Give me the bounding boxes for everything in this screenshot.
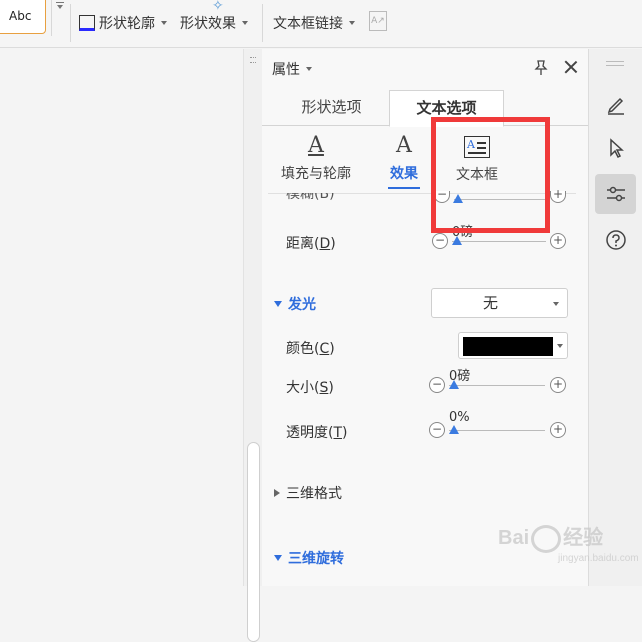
- subtab-fill-outline-label: 填充与轮廓: [281, 166, 351, 182]
- subtab-effects[interactable]: A 效果: [386, 127, 422, 189]
- distance-label: 距离(D): [286, 236, 336, 252]
- chevron-down-icon: [161, 21, 167, 25]
- toolbar-separator: [262, 4, 263, 42]
- shape-effect-label: 形状效果: [180, 16, 236, 32]
- splitter-grip-icon[interactable]: [250, 57, 256, 59]
- rotation3d-section-header[interactable]: 三维旋转: [274, 548, 344, 568]
- pane-title: 属性: [272, 62, 300, 78]
- glow-preset-value: 无: [482, 294, 498, 312]
- glow-size-increase-button[interactable]: +: [550, 377, 566, 393]
- textbox-link-label: 文本框链接: [273, 16, 343, 32]
- select-cursor-icon: [610, 138, 624, 159]
- shape-effect-button[interactable]: 形状效果: [180, 13, 248, 33]
- chevron-down-icon: [242, 21, 248, 25]
- glow-section-header[interactable]: 发光: [274, 294, 316, 314]
- toolbar-separator: [70, 4, 71, 42]
- blur-label: 模糊(B): [286, 193, 335, 202]
- glow-section-title: 发光: [288, 297, 316, 313]
- right-tool-rail: [588, 49, 642, 586]
- glow-size-slider[interactable]: − 0磅 +: [429, 369, 568, 395]
- slider-track: [449, 430, 545, 431]
- distance-decrease-button[interactable]: −: [432, 233, 448, 249]
- help-icon: [606, 230, 626, 250]
- rotation3d-section-title: 三维旋转: [288, 551, 344, 567]
- shape-style-sample[interactable]: Abc: [0, 0, 46, 34]
- document-canvas[interactable]: [0, 49, 243, 586]
- glow-transparency-value: 0%: [449, 410, 470, 425]
- slider-thumb[interactable]: [449, 425, 459, 434]
- shape-outline-label: 形状轮廓: [99, 16, 155, 32]
- glow-size-label: 大小(S): [286, 380, 334, 396]
- pane-title-menu[interactable]: 属性: [272, 59, 312, 79]
- rail-button-select[interactable]: [595, 128, 636, 168]
- glow-transparency-label: 透明度(T): [286, 425, 348, 441]
- pin-icon[interactable]: [534, 60, 548, 76]
- highlight-box: [431, 117, 550, 233]
- document-vertical-scrollbar[interactable]: [243, 49, 262, 642]
- format3d-section-header[interactable]: 三维格式: [274, 483, 342, 503]
- close-icon[interactable]: [564, 60, 578, 74]
- distance-slider[interactable]: − 0磅 +: [432, 225, 568, 251]
- splitter-grip-icon[interactable]: [250, 62, 256, 64]
- ribbon-toolbar: Abc 形状轮廓 ✧ 形状效果 文本框链接 A↗: [0, 0, 642, 48]
- glow-transparency-decrease-button[interactable]: −: [429, 422, 445, 438]
- active-subtab-indicator: [388, 187, 420, 189]
- expand-arrow-icon: [274, 555, 282, 561]
- shape-outline-button[interactable]: 形状轮廓: [79, 13, 167, 33]
- textbox-link-button[interactable]: 文本框链接: [273, 13, 355, 33]
- subtab-fill-outline[interactable]: A 填充与轮廓: [278, 127, 354, 183]
- glow-color-picker[interactable]: [458, 332, 568, 359]
- glow-preset-select[interactable]: 无: [431, 288, 568, 318]
- rail-button-help[interactable]: [595, 220, 636, 260]
- glow-transparency-increase-button[interactable]: +: [550, 422, 566, 438]
- properties-icon: [607, 186, 625, 202]
- text-direction-icon[interactable]: A↗: [369, 11, 387, 31]
- subtab-effects-label: 效果: [390, 166, 418, 182]
- collapse-arrow-icon: [274, 489, 280, 497]
- style-sample-text: Abc: [9, 9, 32, 23]
- rail-drag-handle[interactable]: [606, 61, 624, 66]
- sparkle-icon: ✧: [212, 0, 224, 14]
- glow-size-decrease-button[interactable]: −: [429, 377, 445, 393]
- text-effect-icon: A: [396, 133, 412, 158]
- chevron-down-icon: [349, 21, 355, 25]
- paw-logo-icon: [531, 524, 562, 553]
- glow-color-label: 颜色(C): [286, 341, 335, 357]
- slider-track: [449, 385, 545, 386]
- rail-button-properties[interactable]: [595, 174, 636, 214]
- slider-track: [452, 241, 546, 242]
- rail-button-edit[interactable]: [595, 84, 636, 124]
- expand-arrow-icon: [274, 301, 282, 307]
- format3d-section-title: 三维格式: [286, 486, 342, 502]
- distance-increase-button[interactable]: +: [550, 233, 566, 249]
- baidu-jingyan-watermark: Bai 经验 jingyan.baidu.com: [498, 521, 639, 564]
- chevron-down-icon: [557, 344, 563, 348]
- chevron-down-icon: [553, 302, 559, 306]
- blur-increase-button[interactable]: +: [550, 188, 566, 203]
- color-swatch: [463, 337, 553, 356]
- glow-transparency-slider[interactable]: − 0% +: [429, 410, 568, 440]
- chevron-down-icon: [306, 67, 312, 71]
- text-fill-icon: A: [308, 133, 324, 158]
- tab-shape-options[interactable]: 形状选项: [289, 90, 374, 126]
- style-gallery-more-button[interactable]: [51, 0, 67, 36]
- glow-size-value: 0磅: [449, 369, 471, 384]
- scrollbar-thumb[interactable]: [247, 442, 260, 642]
- shape-outline-icon: [79, 15, 95, 31]
- edit-icon: [607, 97, 624, 115]
